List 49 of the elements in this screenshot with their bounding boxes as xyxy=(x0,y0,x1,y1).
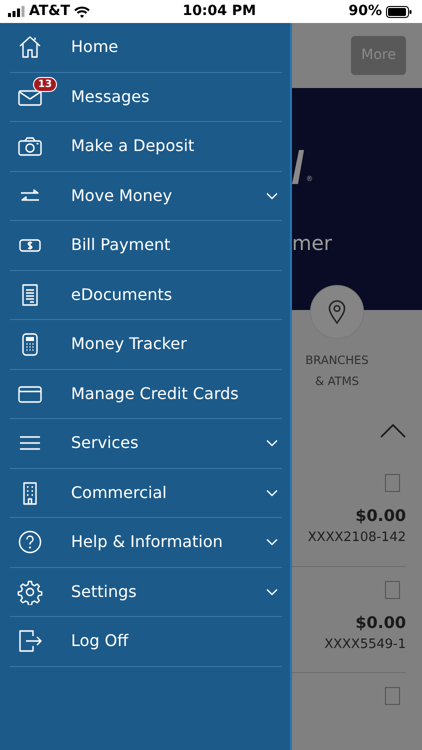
menu-item[interactable]: eDocuments xyxy=(10,270,282,320)
menu-label: Make a Deposit xyxy=(71,135,196,158)
clock-time: 10:04 PM xyxy=(182,3,256,19)
menu-label: Bill Payment xyxy=(71,234,172,256)
settings-icon xyxy=(17,578,43,605)
menu-item[interactable]: Move Money xyxy=(10,172,282,221)
chevron-up-icon[interactable] xyxy=(380,424,406,438)
menu-item[interactable]: Help & Information xyxy=(10,518,282,568)
menu-label: Commercial xyxy=(71,482,168,504)
account-checkbox[interactable] xyxy=(385,474,400,492)
menu-label: Home xyxy=(71,36,120,58)
battery-icon xyxy=(386,6,412,18)
account-balance: $0.00 xyxy=(355,612,406,634)
account-checkbox[interactable] xyxy=(385,580,400,598)
menu-item[interactable]: Manage Credit Cards xyxy=(10,370,282,419)
menu-label: Move Money xyxy=(71,184,174,207)
menu-item[interactable]: Make a Deposit xyxy=(10,122,282,172)
account-number: XXXX5549-1 xyxy=(324,636,406,654)
account-balance: $0.00 xyxy=(355,505,406,527)
menu-item[interactable]: Settings xyxy=(10,568,282,617)
home-icon xyxy=(17,34,43,60)
wifi-icon xyxy=(74,6,90,18)
menu-item[interactable]: Home xyxy=(10,23,282,72)
menu-label: Messages xyxy=(71,86,150,108)
menu-label: eDocuments xyxy=(71,284,174,306)
menu-label: Money Tracker xyxy=(71,333,188,356)
help-icon xyxy=(17,529,43,556)
menu-label: Help & Information xyxy=(71,531,224,554)
menu-item[interactable]: Bill Payment xyxy=(10,221,282,270)
branches-label-line: BRANCHES xyxy=(304,352,370,369)
carrier-name: AT&T xyxy=(29,2,70,21)
banner-text: mer xyxy=(292,230,332,257)
battery-percent: 90% xyxy=(348,2,382,21)
account-checkbox[interactable] xyxy=(385,687,400,705)
logout-icon xyxy=(17,628,43,654)
menu-item[interactable]: Log Off xyxy=(10,617,282,666)
menu-item[interactable]: Services xyxy=(10,419,282,468)
menu-item[interactable]: Commercial xyxy=(10,468,282,518)
menu-label: Manage Credit Cards xyxy=(71,382,240,405)
signal-icon xyxy=(8,6,25,17)
unread-count-badge: 13 xyxy=(33,76,57,92)
branches-label-line: & ATMS xyxy=(314,373,360,390)
menu-item[interactable]: Money Tracker xyxy=(10,320,282,370)
location-pin-icon xyxy=(328,300,346,324)
menu-item[interactable]: 13 Messages xyxy=(10,72,282,122)
menu-label: Services xyxy=(71,432,140,454)
menu-label: Settings xyxy=(71,580,138,603)
menu-label: Log Off xyxy=(71,630,130,652)
account-number: XXXX2108-142 xyxy=(308,529,406,547)
